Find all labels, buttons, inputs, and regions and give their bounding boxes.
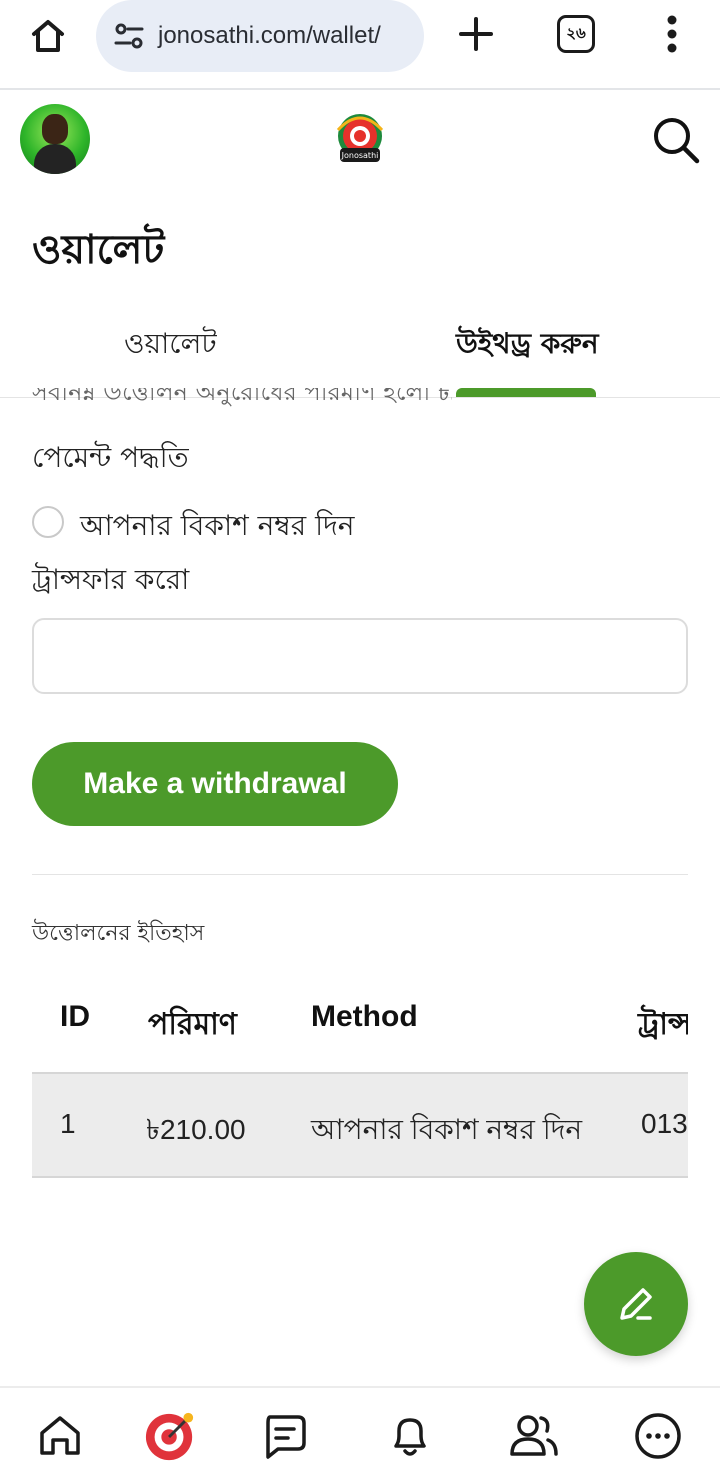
column-header-amount: পরিমাণ (148, 1008, 237, 1041)
withdrawal-history-title: উত্তোলনের ইতিহাস (32, 921, 205, 946)
search-icon (654, 118, 700, 164)
table-row[interactable]: 1 ৳210.00 আপনার বিকাশ নম্বর দিন 013 (32, 1072, 688, 1178)
nav-notifications[interactable] (384, 1410, 436, 1462)
column-header-method: Method (311, 1000, 418, 1033)
browser-menu-button[interactable] (652, 10, 692, 58)
logo-text: Jonosathi (341, 151, 379, 160)
site-settings-icon[interactable] (112, 19, 146, 53)
home-icon (40, 1416, 80, 1455)
page-title: ওয়ালেট (32, 227, 165, 273)
transfer-input[interactable] (32, 618, 688, 694)
target-icon (145, 1412, 194, 1461)
avatar-face (42, 114, 68, 144)
nav-messages[interactable] (258, 1410, 310, 1462)
compose-button[interactable] (584, 1252, 688, 1356)
address-bar[interactable]: jonosathi.com/wallet/ (96, 0, 424, 72)
browser-home-button[interactable] (24, 12, 72, 60)
more-icon (635, 1413, 681, 1459)
cell-method: আপনার বিকাশ নম্বর দিন (311, 1114, 583, 1145)
minimum-amount-note: সর্বনিম্ন উত্তোলন অনুরোধের পরিমাণ হলো ৳5… (32, 388, 452, 408)
more-vertical-icon (667, 15, 677, 53)
home-icon (32, 20, 64, 52)
search-button[interactable] (648, 112, 704, 168)
cell-id: 1 (60, 1108, 76, 1139)
bell-icon (394, 1418, 426, 1456)
withdrawal-history-table[interactable]: ID পরিমাণ Method ট্রান্স 1 ৳210.00 আপনার… (32, 964, 688, 1180)
site-logo[interactable]: Jonosathi (334, 112, 386, 168)
pencil-icon (620, 1288, 652, 1320)
nav-home[interactable] (34, 1410, 86, 1462)
browser-toolbar: jonosathi.com/wallet/ ২৬ (0, 0, 720, 90)
bottom-navigation (0, 1386, 720, 1480)
people-icon (510, 1415, 558, 1456)
transfer-label: ট্রান্সফার করো (32, 563, 190, 596)
plus-icon (459, 17, 493, 51)
chat-icon (266, 1415, 306, 1459)
minimum-amount-text: সর্বনিম্ন উত্তোলন অনুরোধের পরিমাণ হলো ৳5… (32, 388, 452, 406)
tab-withdraw[interactable]: উইথড্র করুন (456, 322, 599, 369)
url-text[interactable]: jonosathi.com/wallet/ (158, 22, 381, 50)
nav-target[interactable] (144, 1410, 196, 1462)
nav-friends[interactable] (508, 1410, 560, 1462)
payment-option-radio[interactable] (32, 506, 64, 538)
section-divider (32, 874, 688, 875)
nav-more[interactable] (632, 1410, 684, 1462)
jonosathi-logo: Jonosathi (336, 114, 384, 162)
user-avatar[interactable] (20, 104, 90, 174)
payment-method-label: পেমেন্ট পদ্ধতি (32, 441, 189, 474)
tab-wallet[interactable]: ওয়ালেট (124, 322, 217, 369)
tab-switcher-button[interactable]: ২৬ (557, 15, 595, 53)
tab-count: ২৬ (566, 23, 586, 42)
column-header-transfer: ট্রান্স (638, 1008, 688, 1041)
avatar-body (34, 144, 76, 174)
table-header: ID পরিমাণ Method ট্রান্স (32, 964, 688, 1072)
new-tab-button[interactable] (452, 10, 500, 58)
column-header-id: ID (60, 1000, 90, 1033)
cell-transfer: 013 (641, 1108, 688, 1139)
make-withdrawal-button[interactable]: Make a withdrawal (32, 742, 398, 826)
payment-option-label[interactable]: আপনার বিকাশ নম্বর দিন (80, 504, 355, 551)
cell-amount: ৳210.00 (146, 1114, 246, 1145)
